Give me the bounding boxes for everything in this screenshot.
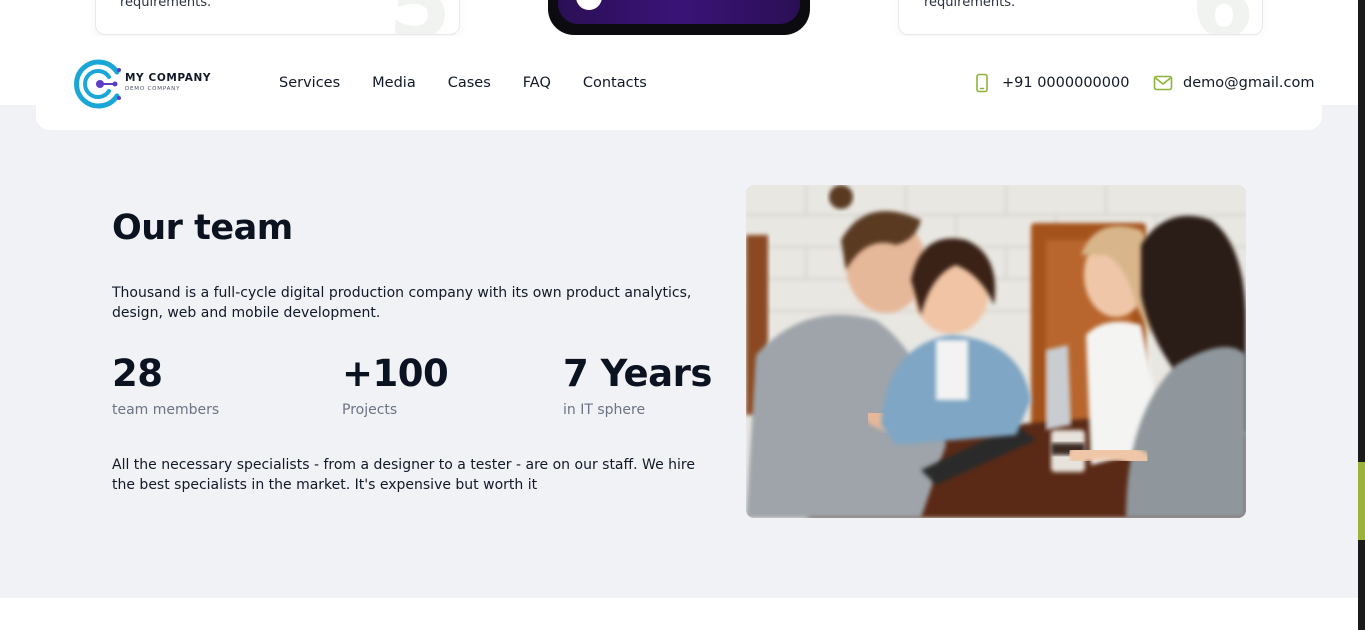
envelope-icon: [1153, 75, 1173, 91]
company-logo[interactable]: MY COMPANY DEMO COMPANY: [73, 56, 213, 112]
nav-link-faq[interactable]: FAQ: [523, 75, 551, 91]
stat-value: 7 Years: [563, 352, 712, 395]
stat-value: 28: [112, 352, 163, 395]
phone-number: +91 0000000000: [1002, 75, 1130, 91]
stat-projects: +100 Projects: [342, 352, 449, 418]
email-contact[interactable]: demo@gmail.com: [1153, 73, 1314, 93]
smartphone-icon: [976, 73, 988, 93]
page: 5 requirements. 6 requirements.: [0, 0, 1365, 630]
nav-link-cases[interactable]: Cases: [448, 75, 491, 91]
phone-mockup: [548, 0, 810, 35]
stat-label: in IT sphere: [563, 402, 646, 418]
section-title: Our team: [112, 208, 293, 248]
card-number: 5: [388, 0, 451, 34]
card-number: 6: [1191, 0, 1254, 34]
logo-mark-icon: [74, 59, 121, 109]
main-nav: Services Media Cases FAQ Contacts: [279, 75, 679, 91]
phone-screen-dot: [576, 0, 602, 10]
feature-card-left: 5 requirements.: [95, 0, 460, 35]
team-description: Thousand is a full-cycle digital product…: [112, 285, 692, 321]
stat-label: Projects: [342, 402, 398, 418]
team-description-secondary: All the necessary specialists - from a d…: [112, 457, 695, 493]
scrollbar-thumb[interactable]: [1358, 462, 1365, 540]
nav-link-contacts[interactable]: Contacts: [583, 75, 647, 91]
card-text: requirements.: [924, 0, 1016, 10]
stat-value: +100: [342, 352, 449, 395]
card-text: requirements.: [120, 0, 212, 10]
phone-contact[interactable]: +91 0000000000: [972, 73, 1129, 93]
nav-link-services[interactable]: Services: [279, 75, 340, 91]
next-section: [0, 598, 1358, 630]
feature-card-right: 6 requirements.: [898, 0, 1263, 35]
phone-screen: [558, 0, 800, 24]
team-photo: [746, 185, 1246, 518]
team-photo-illustration: [746, 185, 1246, 518]
site-header: MY COMPANY DEMO COMPANY Services Media C…: [36, 36, 1322, 130]
stat-label: team members: [112, 402, 220, 418]
logo-tagline: DEMO COMPANY: [125, 86, 181, 92]
logo-name: MY COMPANY: [125, 72, 212, 84]
nav-link-media[interactable]: Media: [372, 75, 416, 91]
email-address: demo@gmail.com: [1183, 75, 1315, 91]
stat-team-members: 28 team members: [112, 352, 219, 418]
stat-years: 7 Years in IT sphere: [563, 352, 712, 418]
